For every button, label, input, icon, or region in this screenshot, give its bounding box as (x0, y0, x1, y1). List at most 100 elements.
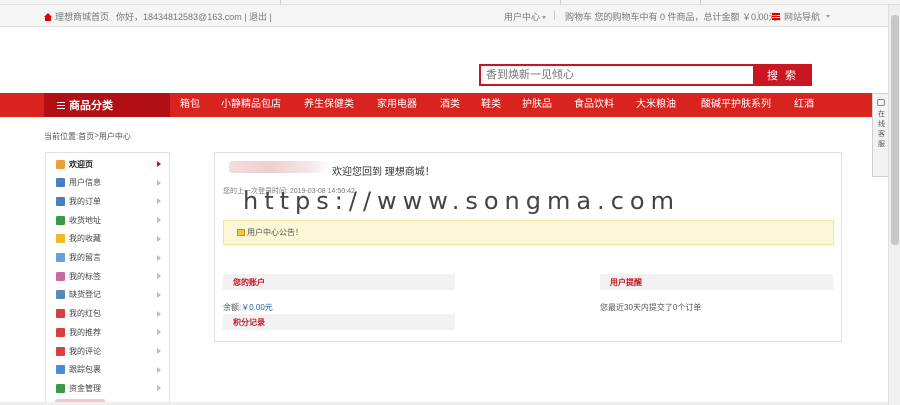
sidebar-item[interactable]: 我的推荐 (46, 323, 169, 341)
sidebar-item[interactable]: 资金管理 (46, 379, 169, 397)
chevron-right-icon (157, 179, 161, 186)
sidebar-item-label: 跟踪包裹 (69, 365, 101, 375)
chevron-right-icon (157, 348, 161, 354)
blurred-username (229, 161, 329, 173)
order-icon (56, 196, 65, 206)
nav-item[interactable]: 箱包 (180, 93, 200, 117)
account-header: 您的账户 (223, 274, 455, 290)
sidebar-item[interactable]: 我的红包 (46, 305, 169, 323)
notice-folder-icon (237, 229, 245, 236)
sidebar-item-label: 我的推荐 (69, 327, 101, 337)
chevron-right-icon (157, 217, 161, 224)
funds-icon (56, 383, 65, 393)
site-nav-menu[interactable]: 网站导航 (772, 10, 831, 23)
breadcrumb-home-link[interactable]: 首页 (78, 131, 94, 142)
category-label: 商品分类 (69, 100, 113, 112)
nav-item[interactable]: 养生保健类 (304, 93, 354, 117)
chevron-right-icon (157, 198, 161, 205)
chevron-right-icon (157, 310, 161, 317)
comment-flag-icon (56, 346, 65, 356)
chevron-right-icon (157, 385, 161, 392)
nav-item[interactable]: 大米粮油 (636, 93, 676, 117)
chevron-right-icon (157, 329, 161, 336)
nav-item[interactable]: 护肤品 (522, 93, 552, 117)
sidebar-item[interactable]: 缺货登记 (46, 286, 169, 304)
records-header: 积分记录 (223, 314, 455, 330)
home-icon (56, 159, 65, 169)
list-icon (57, 101, 65, 109)
nav-item[interactable]: 红酒 (794, 93, 814, 117)
cart-summary[interactable]: 购物车 您的购物车中有 0 件商品，总计金额 ￥0.00元。 (565, 10, 787, 23)
divider (758, 11, 759, 20)
nav-item[interactable]: 酸碱平护肤系列 (701, 93, 771, 117)
sidebar-item-label: 我的收藏 (69, 234, 101, 244)
sidebar-item-label: 我的标签 (69, 271, 101, 281)
content-panel: 欢迎您回到 理想商城！ 您的上一次登录时间: 2019-03-08 14:50:… (214, 152, 842, 342)
greeting-text: 你好，18434812583@163.com | 退出 | (116, 12, 272, 22)
recommend-icon (56, 327, 65, 337)
sidebar-item[interactable]: 欢迎页 (46, 155, 169, 173)
site-nav-label: 网站导航 (784, 12, 821, 22)
breadcrumb-current: 用户中心 (98, 132, 131, 141)
home-icon (44, 12, 52, 21)
sidebar-item[interactable]: 我的标签 (46, 267, 169, 285)
nav-item[interactable]: 家用电器 (377, 93, 417, 117)
chevron-right-icon (157, 161, 161, 167)
welcome-text: 欢迎您回到 理想商城！ (332, 167, 435, 178)
chevron-right-icon (157, 291, 161, 298)
watermark-text: https://www.songma.com (243, 187, 680, 215)
vertical-scrollbar[interactable] (888, 5, 900, 405)
sidebar-item[interactable]: 我的评论 (46, 342, 169, 360)
chevron-down-icon (542, 16, 547, 20)
category-menu[interactable]: 商品分类 (44, 93, 170, 117)
sidebar-item[interactable]: 用户信息 (46, 174, 169, 192)
sidebar-item-label: 我的订单 (69, 196, 101, 206)
user-info-icon (56, 178, 65, 188)
search-button[interactable]: 搜 索 (753, 64, 812, 86)
sidebar-item-label: 用户信息 (69, 178, 101, 188)
nav-item[interactable]: 鞋类 (481, 93, 501, 117)
search-input[interactable] (479, 64, 753, 86)
chevron-right-icon (157, 235, 161, 242)
menu-icon (772, 13, 780, 20)
sidebar-item-label: 我的红包 (69, 309, 101, 319)
divider (554, 11, 555, 20)
user-sidebar: 欢迎页用户信息我的订单收货地址我的收藏我的留言我的标签缺货登记我的红包我的推荐我… (45, 152, 170, 405)
sidebar-item-label: 我的评论 (69, 346, 101, 356)
nav-item[interactable]: 小静精品包店 (221, 93, 281, 117)
chevron-right-icon (157, 273, 161, 280)
star-icon (56, 234, 65, 244)
sidebar-item[interactable]: 我的收藏 (46, 230, 169, 248)
sidebar-item[interactable]: 我的订单 (46, 192, 169, 210)
message-icon (56, 253, 65, 262)
scrollbar-thumb[interactable] (891, 15, 899, 245)
search-bar: 搜 索 (479, 64, 812, 86)
sidebar-item-label: 欢迎页 (69, 159, 93, 169)
reminder-header: 用户提醒 (600, 274, 833, 290)
nav-item[interactable]: 酒类 (440, 93, 460, 117)
balance-value: ￥0.00元 (241, 303, 273, 312)
sidebar-item[interactable]: 我的留言 (46, 249, 169, 267)
sidebar-item-label: 资金管理 (69, 383, 101, 393)
top-bar: 理想商城首页 你好，18434812583@163.com | 退出 | 用户中… (0, 5, 888, 27)
online-service-label: 在线客服 (877, 110, 885, 150)
nav-item[interactable]: 食品饮料 (574, 93, 614, 117)
sidebar-item[interactable]: 跟踪包裹 (46, 361, 169, 379)
tag-icon (56, 271, 65, 281)
breadcrumb: 当前位置: 首页 > 用户中心 (44, 131, 131, 142)
sidebar-item-label: 收货地址 (69, 215, 101, 225)
chevron-right-icon (157, 254, 161, 261)
notice-box: 用户中心公告！ (223, 220, 834, 245)
home-link[interactable]: 理想商城首页 (44, 10, 109, 23)
user-center-menu[interactable]: 用户中心 (504, 10, 547, 23)
breadcrumb-prefix: 当前位置: (44, 132, 79, 141)
sidebar-item[interactable]: 收货地址 (46, 211, 169, 229)
sidebar-item-label: 缺货登记 (69, 290, 101, 300)
red-packet-icon (56, 309, 65, 319)
home-link-label: 理想商城首页 (55, 12, 110, 22)
online-service-tab[interactable]: 在线客服 (872, 93, 888, 177)
orders-summary: 您最近30天内提交了0个订单 (600, 303, 702, 312)
register-icon (56, 290, 65, 300)
sidebar-item-label: 我的留言 (69, 253, 101, 262)
balance-row: 余额:￥0.00元 (223, 302, 273, 313)
